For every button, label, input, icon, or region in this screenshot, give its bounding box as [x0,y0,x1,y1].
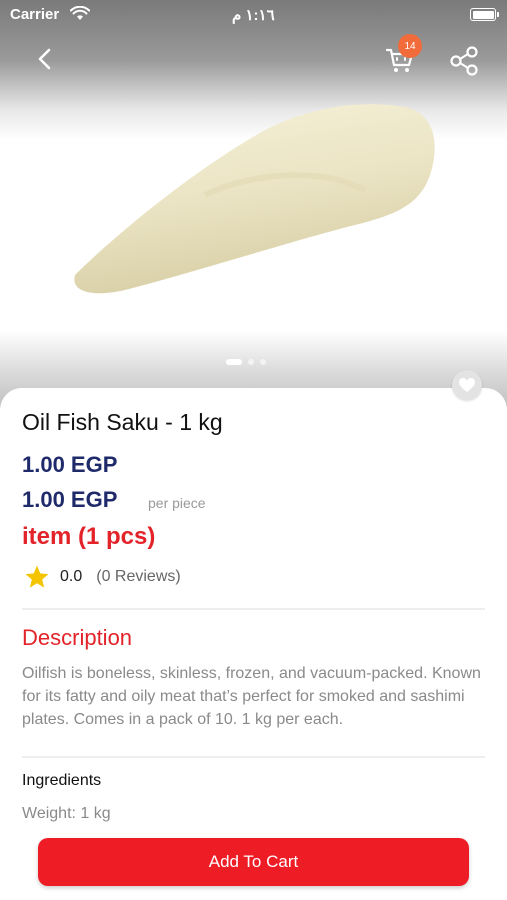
wifi-icon [70,6,90,20]
unit-price: 1.00 EGP [22,487,118,512]
review-count[interactable]: (0 Reviews) [96,568,180,586]
battery-icon [470,8,499,21]
weight-label: Weight: 1 kg [22,805,111,822]
description-heading: Description [22,625,133,650]
share-icon[interactable] [447,44,481,78]
unit-label: item (1 pcs) [22,523,156,550]
carrier-label: Carrier [10,6,60,23]
gallery-dot-1[interactable] [226,359,242,365]
description-text: Oilfish is boneless, skinless, frozen, a… [22,665,481,728]
divider [22,608,485,610]
product-price: 1.00 EGP [22,452,118,477]
clock-label: ١:١٦ م [232,7,275,24]
gallery-dot-2[interactable] [248,359,254,365]
add-to-cart-button[interactable]: Add To Cart [38,838,469,886]
gallery-pagination[interactable] [226,358,266,366]
gallery-dot-3[interactable] [260,359,266,365]
back-chevron-icon[interactable] [30,44,60,74]
rating-row[interactable]: 0.0 (0 Reviews) [24,564,181,590]
product-title: Oil Fish Saku - 1 kg [22,409,223,435]
cart-count-badge: 14 [398,34,422,58]
favorite-button[interactable] [452,370,482,400]
rating-value: 0.0 [60,568,83,585]
product-photo [74,104,435,294]
star-icon [25,565,49,588]
heart-icon [459,378,475,392]
per-piece-label: per piece [148,495,206,511]
divider [22,756,485,758]
status-bar: Carrier ١:١٦ م [0,0,507,30]
product-image-gallery[interactable]: Carrier ١:١٦ م 14 [0,0,507,420]
ingredients-heading: Ingredients [22,772,102,789]
